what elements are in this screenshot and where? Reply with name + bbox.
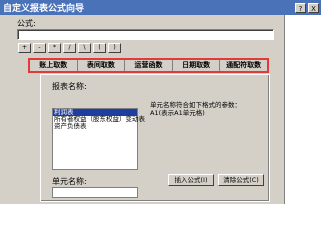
operator-button-backslash[interactable]: \ bbox=[78, 43, 91, 53]
close-button[interactable]: X bbox=[308, 2, 319, 13]
description-line: 单元名称符合如下格式的参数： bbox=[150, 101, 241, 109]
operator-button-plus[interactable]: + bbox=[18, 43, 31, 53]
tab-operation-functions[interactable]: 运营函数 bbox=[125, 60, 173, 71]
report-list[interactable]: 利润表 所有者权益（股东权益）变动表 资产负债表 bbox=[52, 108, 145, 170]
cell-name-input[interactable] bbox=[52, 187, 138, 198]
operator-button-open-paren[interactable]: ( bbox=[93, 43, 106, 53]
tab-cross-table-fetch[interactable]: 表间取数 bbox=[77, 60, 126, 71]
help-button[interactable]: ? bbox=[295, 2, 306, 13]
operator-toolbar: + - * / \ ( ) bbox=[18, 43, 121, 53]
operator-button-minus[interactable]: - bbox=[33, 43, 46, 53]
operator-button-divide[interactable]: / bbox=[63, 43, 76, 53]
clear-formula-button[interactable]: 清除公式(C) bbox=[218, 174, 264, 186]
operator-button-close-paren[interactable]: ) bbox=[108, 43, 121, 53]
cell-name-label: 单元名称: bbox=[52, 177, 87, 186]
formula-label: 公式: bbox=[17, 19, 36, 28]
operator-button-multiply[interactable]: * bbox=[48, 43, 61, 53]
formula-input[interactable] bbox=[17, 29, 274, 40]
description-line: A1(表示A1单元格) bbox=[150, 109, 205, 117]
parameter-description: 单元名称符合如下格式的参数： A1(表示A1单元格) bbox=[150, 101, 268, 117]
tab-date-fetch[interactable]: 日期取数 bbox=[172, 60, 221, 71]
list-item[interactable]: 资产负债表 bbox=[53, 123, 137, 130]
insert-formula-button[interactable]: 插入公式(I) bbox=[168, 174, 214, 186]
title-bar: 自定义报表公式向导 ? X bbox=[0, 0, 321, 15]
window-title: 自定义报表公式向导 bbox=[3, 4, 85, 14]
tab-strip: 账上取数 表间取数 运营函数 日期取数 通配符取数 bbox=[28, 58, 269, 73]
dialog: 公式: + - * / \ ( ) 账上取数 表间取数 运营函数 日期取数 通配… bbox=[0, 15, 285, 204]
report-name-label: 报表名称: bbox=[52, 82, 87, 91]
tab-account-fetch[interactable]: 账上取数 bbox=[30, 60, 78, 71]
tab-wildcard-fetch[interactable]: 通配符取数 bbox=[220, 60, 267, 71]
